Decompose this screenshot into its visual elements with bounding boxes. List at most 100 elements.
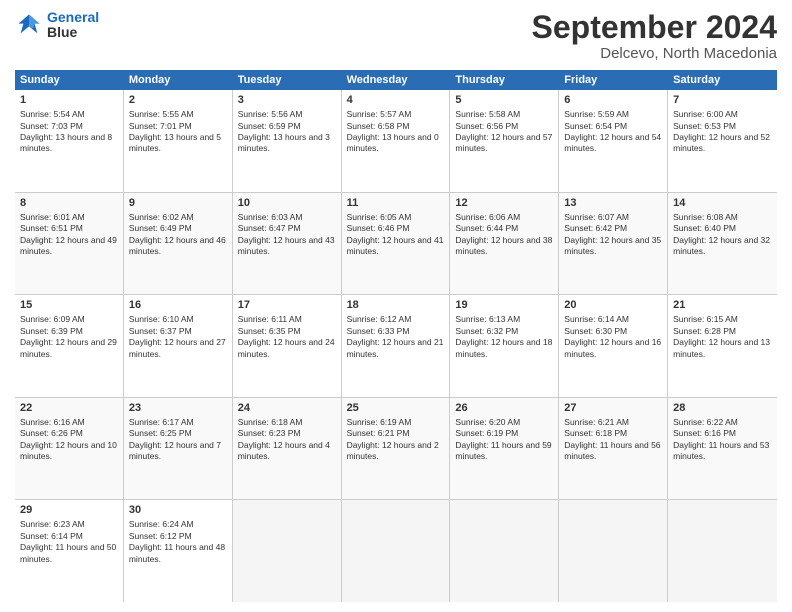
calendar-row: 22Sunrise: 6:16 AMSunset: 6:26 PMDayligh… [15,398,777,501]
sunset: Sunset: 6:51 PM [20,223,83,233]
header: General Blue September 2024 Delcevo, Nor… [15,10,777,62]
month-title: September 2024 [532,10,777,45]
calendar-cell: 5Sunrise: 5:58 AMSunset: 6:56 PMDaylight… [450,90,559,192]
calendar-cell: 21Sunrise: 6:15 AMSunset: 6:28 PMDayligh… [668,295,777,397]
daylight: Daylight: 11 hours and 56 minutes. [564,440,660,461]
daylight: Daylight: 12 hours and 21 minutes. [347,337,444,358]
daylight: Daylight: 12 hours and 57 minutes. [455,132,552,153]
header-friday: Friday [559,70,668,90]
sunrise: Sunrise: 6:18 AM [238,417,303,427]
daylight: Daylight: 12 hours and 4 minutes. [238,440,330,461]
daylight: Daylight: 12 hours and 43 minutes. [238,235,335,256]
calendar-cell: 2Sunrise: 5:55 AMSunset: 7:01 PMDaylight… [124,90,233,192]
calendar-row: 1Sunrise: 5:54 AMSunset: 7:03 PMDaylight… [15,90,777,193]
daylight: Daylight: 13 hours and 3 minutes. [238,132,330,153]
calendar-cell: 26Sunrise: 6:20 AMSunset: 6:19 PMDayligh… [450,398,559,500]
sunset: Sunset: 6:33 PM [347,326,410,336]
calendar-cell: 12Sunrise: 6:06 AMSunset: 6:44 PMDayligh… [450,193,559,295]
calendar-cell: 30Sunrise: 6:24 AMSunset: 6:12 PMDayligh… [124,500,233,602]
daylight: Daylight: 12 hours and 10 minutes. [20,440,117,461]
calendar-cell [559,500,668,602]
sunrise: Sunrise: 6:17 AM [129,417,194,427]
sunset: Sunset: 6:30 PM [564,326,627,336]
sunrise: Sunrise: 5:55 AM [129,109,194,119]
day-number: 28 [673,401,772,416]
sunrise: Sunrise: 6:08 AM [673,212,738,222]
day-number: 15 [20,298,118,313]
sunset: Sunset: 6:16 PM [673,428,736,438]
daylight: Daylight: 12 hours and 46 minutes. [129,235,226,256]
sunrise: Sunrise: 6:05 AM [347,212,412,222]
sunrise: Sunrise: 6:22 AM [673,417,738,427]
day-number: 17 [238,298,336,313]
calendar-cell: 3Sunrise: 5:56 AMSunset: 6:59 PMDaylight… [233,90,342,192]
sunrise: Sunrise: 5:57 AM [347,109,412,119]
logo: General Blue [15,10,99,41]
day-number: 14 [673,196,772,211]
sunset: Sunset: 6:49 PM [129,223,192,233]
daylight: Daylight: 12 hours and 52 minutes. [673,132,770,153]
day-number: 29 [20,503,118,518]
day-number: 20 [564,298,662,313]
day-number: 1 [20,93,118,108]
page: General Blue September 2024 Delcevo, Nor… [0,0,792,612]
calendar-cell: 16Sunrise: 6:10 AMSunset: 6:37 PMDayligh… [124,295,233,397]
day-number: 19 [455,298,553,313]
calendar-cell: 20Sunrise: 6:14 AM Sunset: 6:30 PMDayligh… [559,295,668,397]
sunset: Sunset: 6:59 PM [238,121,301,131]
calendar-row: 8Sunrise: 6:01 AMSunset: 6:51 PMDaylight… [15,193,777,296]
calendar-cell: 6Sunrise: 5:59 AMSunset: 6:54 PMDaylight… [559,90,668,192]
sunrise: Sunrise: 6:07 AM [564,212,629,222]
day-number: 27 [564,401,662,416]
calendar-cell: 9Sunrise: 6:02 AMSunset: 6:49 PMDaylight… [124,193,233,295]
day-number: 22 [20,401,118,416]
sunset: Sunset: 6:44 PM [455,223,518,233]
sunset: Sunset: 7:01 PM [129,121,192,131]
logo-text: General Blue [47,10,99,41]
sunset: Sunset: 6:58 PM [347,121,410,131]
sunset: Sunset: 6:23 PM [238,428,301,438]
sunset: Sunset: 6:47 PM [238,223,301,233]
day-number: 9 [129,196,227,211]
daylight: Daylight: 12 hours and 54 minutes. [564,132,661,153]
calendar-cell: 28Sunrise: 6:22 AMSunset: 6:16 PM Dayligh… [668,398,777,500]
sunrise: Sunrise: 6:12 AM [347,314,412,324]
calendar-cell: 1Sunrise: 5:54 AMSunset: 7:03 PMDaylight… [15,90,124,192]
calendar-cell: 14Sunrise: 6:08 AMSunset: 6:40 PMDayligh… [668,193,777,295]
sunset: Sunset: 6:46 PM [347,223,410,233]
sunrise: Sunrise: 5:59 AM [564,109,629,119]
day-number: 10 [238,196,336,211]
sunrise: Sunrise: 6:20 AM [455,417,520,427]
calendar-cell: 17Sunrise: 6:11 AMSunset: 6:35 PMDayligh… [233,295,342,397]
daylight: Daylight: 11 hours and 48 minutes. [129,542,225,563]
calendar-cell: 11Sunrise: 6:05 AMSunset: 6:46 PMDayligh… [342,193,451,295]
day-number: 12 [455,196,553,211]
sunset: Sunset: 6:42 PM [564,223,627,233]
day-number: 24 [238,401,336,416]
day-number: 6 [564,93,662,108]
calendar-cell: 22Sunrise: 6:16 AMSunset: 6:26 PMDayligh… [15,398,124,500]
sunrise: Sunrise: 6:03 AM [238,212,303,222]
daylight: Daylight: 11 hours and 53 minutes. [673,440,769,461]
sunrise: Sunrise: 6:19 AM [347,417,412,427]
sunrise: Sunrise: 6:09 AM [20,314,85,324]
title-block: September 2024 Delcevo, North Macedonia [532,10,777,62]
sunset: Sunset: 6:28 PM [673,326,736,336]
calendar-body: 1Sunrise: 5:54 AMSunset: 7:03 PMDaylight… [15,90,777,602]
day-number: 5 [455,93,553,108]
sunset: Sunset: 6:12 PM [129,531,192,541]
calendar-cell: 15Sunrise: 6:09 AMSunset: 6:39 PMDayligh… [15,295,124,397]
day-number: 16 [129,298,227,313]
header-wednesday: Wednesday [342,70,451,90]
day-number: 13 [564,196,662,211]
sunset: Sunset: 6:19 PM [455,428,518,438]
calendar-cell [668,500,777,602]
day-number: 23 [129,401,227,416]
daylight: Daylight: 13 hours and 5 minutes. [129,132,221,153]
sunrise: Sunrise: 6:01 AM [20,212,85,222]
daylight: Daylight: 13 hours and 0 minutes. [347,132,439,153]
header-saturday: Saturday [668,70,777,90]
sunrise: Sunrise: 6:14 AM [564,314,629,324]
sunrise: Sunrise: 6:24 AM [129,519,194,529]
daylight: Daylight: 12 hours and 16 minutes. [564,337,661,358]
